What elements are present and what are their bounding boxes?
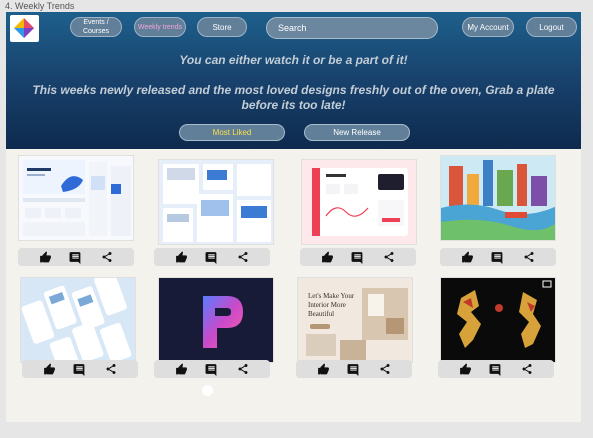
share-icon[interactable]: [378, 362, 392, 376]
hero-tagline-secondary: This weeks newly released and the most l…: [32, 83, 555, 112]
thumbnail-7-caption: Let's Make Your Interior More Beautiful: [308, 292, 355, 318]
new-release-filter-button[interactable]: New Release: [304, 124, 410, 141]
share-icon[interactable]: [104, 362, 118, 376]
design-thumbnail-5[interactable]: [20, 277, 136, 363]
comment-icon[interactable]: [205, 250, 219, 264]
nav-events-courses-button[interactable]: Events / Courses: [70, 17, 122, 37]
comment-icon[interactable]: [69, 250, 83, 264]
design-thumbnail-1[interactable]: [18, 155, 134, 241]
card-1-actions: [18, 248, 134, 266]
thumbs-up-icon[interactable]: [174, 362, 188, 376]
comment-icon[interactable]: [73, 362, 87, 376]
design-thumbnail-6[interactable]: [158, 277, 274, 363]
design-thumbnail-8[interactable]: [440, 277, 556, 363]
design-thumbnail-4[interactable]: [440, 155, 556, 241]
share-icon[interactable]: [100, 250, 114, 264]
thumbs-up-icon[interactable]: [38, 250, 52, 264]
card-5-actions: [22, 360, 138, 378]
nav-weekly-trends-button[interactable]: Weekly trends: [134, 17, 186, 37]
thumbs-up-icon[interactable]: [42, 362, 56, 376]
top-navigation: Events / Courses Weekly trends Store Sea…: [6, 12, 581, 44]
card-4-actions: [440, 248, 556, 266]
design-thumbnail-7[interactable]: Let's Make Your Interior More Beautiful: [297, 277, 413, 363]
card-8-actions: [438, 360, 554, 378]
thumbs-up-icon[interactable]: [320, 250, 334, 264]
hero-tagline-primary: You can either watch it or be a part of …: [179, 53, 408, 67]
thumbs-up-icon[interactable]: [458, 362, 472, 376]
share-icon[interactable]: [522, 250, 536, 264]
thumbs-up-icon[interactable]: [316, 362, 330, 376]
comment-icon[interactable]: [491, 250, 505, 264]
thumbs-up-icon[interactable]: [460, 250, 474, 264]
nav-store-button[interactable]: Store: [197, 17, 247, 37]
design-thumbnail-2[interactable]: [158, 159, 274, 245]
most-liked-filter-button[interactable]: Most Liked: [179, 124, 285, 141]
share-icon[interactable]: [236, 250, 250, 264]
hero-banner: Events / Courses Weekly trends Store Sea…: [6, 12, 581, 149]
comment-icon[interactable]: [347, 362, 361, 376]
card-6-actions: [154, 360, 270, 378]
pagination-dot[interactable]: [202, 385, 213, 396]
frame-title: 4. Weekly Trends: [5, 1, 75, 11]
my-account-button[interactable]: My Account: [462, 17, 514, 37]
logout-button[interactable]: Logout: [526, 17, 577, 37]
thumbs-up-icon[interactable]: [174, 250, 188, 264]
logo-icon[interactable]: [10, 15, 39, 42]
search-input[interactable]: Search: [266, 17, 438, 39]
share-icon[interactable]: [520, 362, 534, 376]
comment-icon[interactable]: [205, 362, 219, 376]
card-2-actions: [154, 248, 270, 266]
share-icon[interactable]: [382, 250, 396, 264]
page-frame: Events / Courses Weekly trends Store Sea…: [6, 12, 581, 422]
comment-icon[interactable]: [489, 362, 503, 376]
comment-icon[interactable]: [351, 250, 365, 264]
card-3-actions: [300, 248, 416, 266]
design-thumbnail-3[interactable]: [301, 159, 417, 245]
card-7-actions: [296, 360, 412, 378]
share-icon[interactable]: [236, 362, 250, 376]
